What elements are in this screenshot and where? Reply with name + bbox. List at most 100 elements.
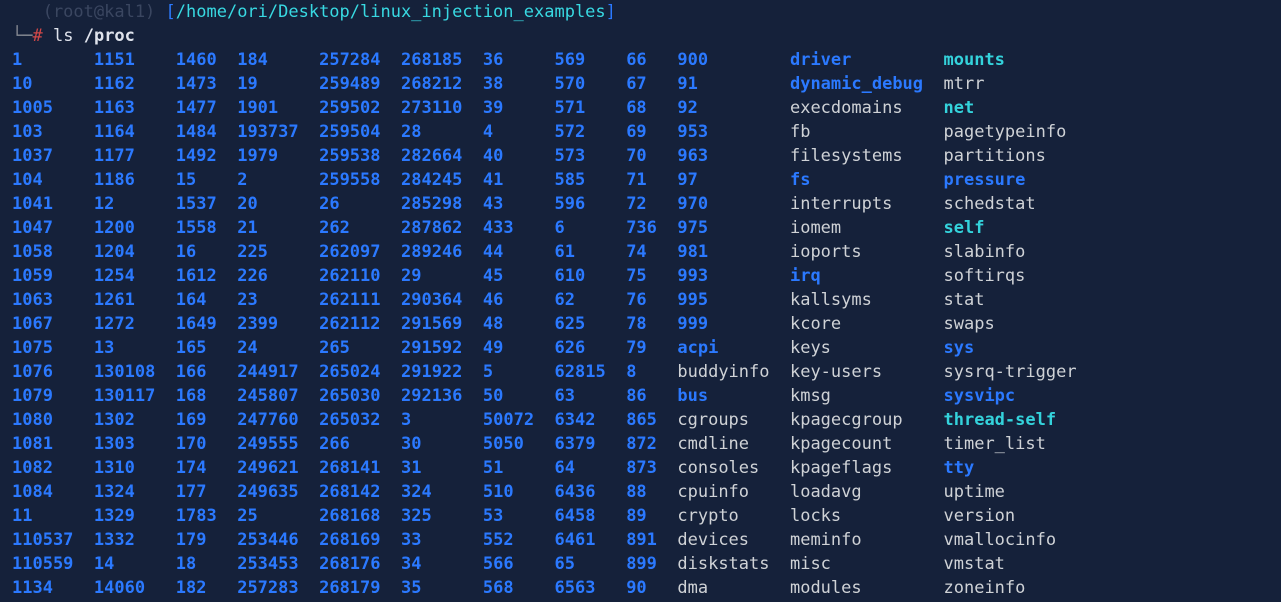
listing-entry: 268169: [319, 530, 401, 550]
listing-entry: 6458: [555, 506, 627, 526]
listing-entry: kmsg: [790, 386, 944, 406]
listing-entry: 265024: [319, 362, 401, 382]
listing-entry: 2: [237, 170, 319, 190]
listing-entry: 91: [677, 74, 790, 94]
listing-entry: 164: [176, 290, 237, 310]
listing-entry: 88: [626, 482, 677, 502]
listing-entry: timer_list: [944, 434, 1046, 454]
listing-entry: 284245: [401, 170, 483, 190]
listing-entry: 573: [555, 146, 627, 166]
listing-entry: 18: [176, 554, 237, 574]
listing-entry: 268176: [319, 554, 401, 574]
listing-entry: 1041: [12, 194, 94, 214]
listing-entry: dynamic_debug: [790, 74, 944, 94]
listing-entry: zoneinfo: [944, 578, 1026, 598]
listing-entry: 963: [677, 146, 790, 166]
listing-entry: 174: [176, 458, 237, 478]
listing-entry: key-users: [790, 362, 944, 382]
listing-entry: 625: [555, 314, 627, 334]
listing-entry: 1261: [94, 290, 176, 310]
listing-row: 1059 1254 1612 226 262110 29 45 610 75 9…: [12, 264, 1269, 288]
listing-entry: 10: [12, 74, 94, 94]
listing-entry: 177: [176, 482, 237, 502]
listing-entry: 71: [626, 170, 677, 190]
listing-entry: 287862: [401, 218, 483, 238]
listing-entry: 182: [176, 578, 237, 598]
listing-entry: swaps: [944, 314, 995, 334]
listing-entry: 1177: [94, 146, 176, 166]
listing-entry: 104: [12, 170, 94, 190]
listing-entry: 1084: [12, 482, 94, 502]
listing-entry: 1979: [237, 146, 319, 166]
listing-entry: 170: [176, 434, 237, 454]
listing-entry: 1163: [94, 98, 176, 118]
listing-entry: 736: [626, 218, 677, 238]
listing-entry: 999: [677, 314, 790, 334]
listing-entry: misc: [790, 554, 944, 574]
listing-entry: 510: [483, 482, 555, 502]
listing-entry: ioports: [790, 242, 944, 262]
listing-entry: 1492: [176, 146, 237, 166]
terminal-output[interactable]: (root@kal1) [/home/ori/Desktop/linux_inj…: [0, 0, 1281, 600]
listing-entry: kpageflags: [790, 458, 944, 478]
listing-entry: 262112: [319, 314, 401, 334]
listing-entry: meminfo: [790, 530, 944, 550]
listing-entry: 899: [626, 554, 677, 574]
listing-entry: 1332: [94, 530, 176, 550]
listing-entry: 8: [626, 362, 677, 382]
listing-entry: 266: [319, 434, 401, 454]
listing-row: 1 1151 1460 184 257284 268185 36 569 66 …: [12, 48, 1269, 72]
listing-entry: loadavg: [790, 482, 944, 502]
listing-entry: 324: [401, 482, 483, 502]
listing-entry: 596: [555, 194, 627, 214]
listing-row: 110537 1332 179 253446 268169 33 552 646…: [12, 528, 1269, 552]
listing-entry: 568: [483, 578, 555, 598]
listing-row: 1041 12 1537 20 26 285298 43 596 72 970 …: [12, 192, 1269, 216]
listing-entry: 1783: [176, 506, 237, 526]
listing-entry: 268212: [401, 74, 483, 94]
listing-entry: 110537: [12, 530, 94, 550]
listing-entry: 103: [12, 122, 94, 142]
listing-entry: 78: [626, 314, 677, 334]
listing-row: 11 1329 1783 25 268168 325 53 6458 89 cr…: [12, 504, 1269, 528]
listing-entry: 1005: [12, 98, 94, 118]
listing-entry: 259504: [319, 122, 401, 142]
listing-entry: 46: [483, 290, 555, 310]
listing-entry: 995: [677, 290, 790, 310]
listing-entry: 433: [483, 218, 555, 238]
listing-entry: 165: [176, 338, 237, 358]
listing-entry: 31: [401, 458, 483, 478]
listing-row: 1079 130117 168 245807 265030 292136 50 …: [12, 384, 1269, 408]
listing-entry: 226: [237, 266, 319, 286]
listing-entry: 1076: [12, 362, 94, 382]
listing-entry: 291569: [401, 314, 483, 334]
listing-entry: 72: [626, 194, 677, 214]
listing-entry: 5: [483, 362, 555, 382]
listing-entry: schedstat: [944, 194, 1036, 214]
listing-entry: 257284: [319, 50, 401, 70]
listing-entry: 1164: [94, 122, 176, 142]
listing-entry: 61: [555, 242, 627, 262]
listing-entry: 66: [626, 50, 677, 70]
listing-entry: filesystems: [790, 146, 944, 166]
listing-entry: mounts: [944, 50, 1005, 70]
listing-entry: 53: [483, 506, 555, 526]
listing-entry: 1037: [12, 146, 94, 166]
listing-entry: net: [944, 98, 975, 118]
listing-row: 110559 14 18 253453 268176 34 566 65 899…: [12, 552, 1269, 576]
listing-entry: kcore: [790, 314, 944, 334]
listing-row: 1134 14060 182 257283 268179 35 568 6563…: [12, 576, 1269, 600]
listing-entry: dma: [677, 578, 790, 598]
listing-entry: 90: [626, 578, 677, 598]
listing-entry: 34: [401, 554, 483, 574]
listing-entry: 265030: [319, 386, 401, 406]
listing-row: 1037 1177 1492 1979 259538 282664 40 573…: [12, 144, 1269, 168]
listing-entry: 571: [555, 98, 627, 118]
listing-entry: 29: [401, 266, 483, 286]
listing-entry: 168: [176, 386, 237, 406]
listing-entry: 25: [237, 506, 319, 526]
listing-entry: 325: [401, 506, 483, 526]
listing-entry: execdomains: [790, 98, 944, 118]
listing-entry: 285298: [401, 194, 483, 214]
listing-entry: 49: [483, 338, 555, 358]
